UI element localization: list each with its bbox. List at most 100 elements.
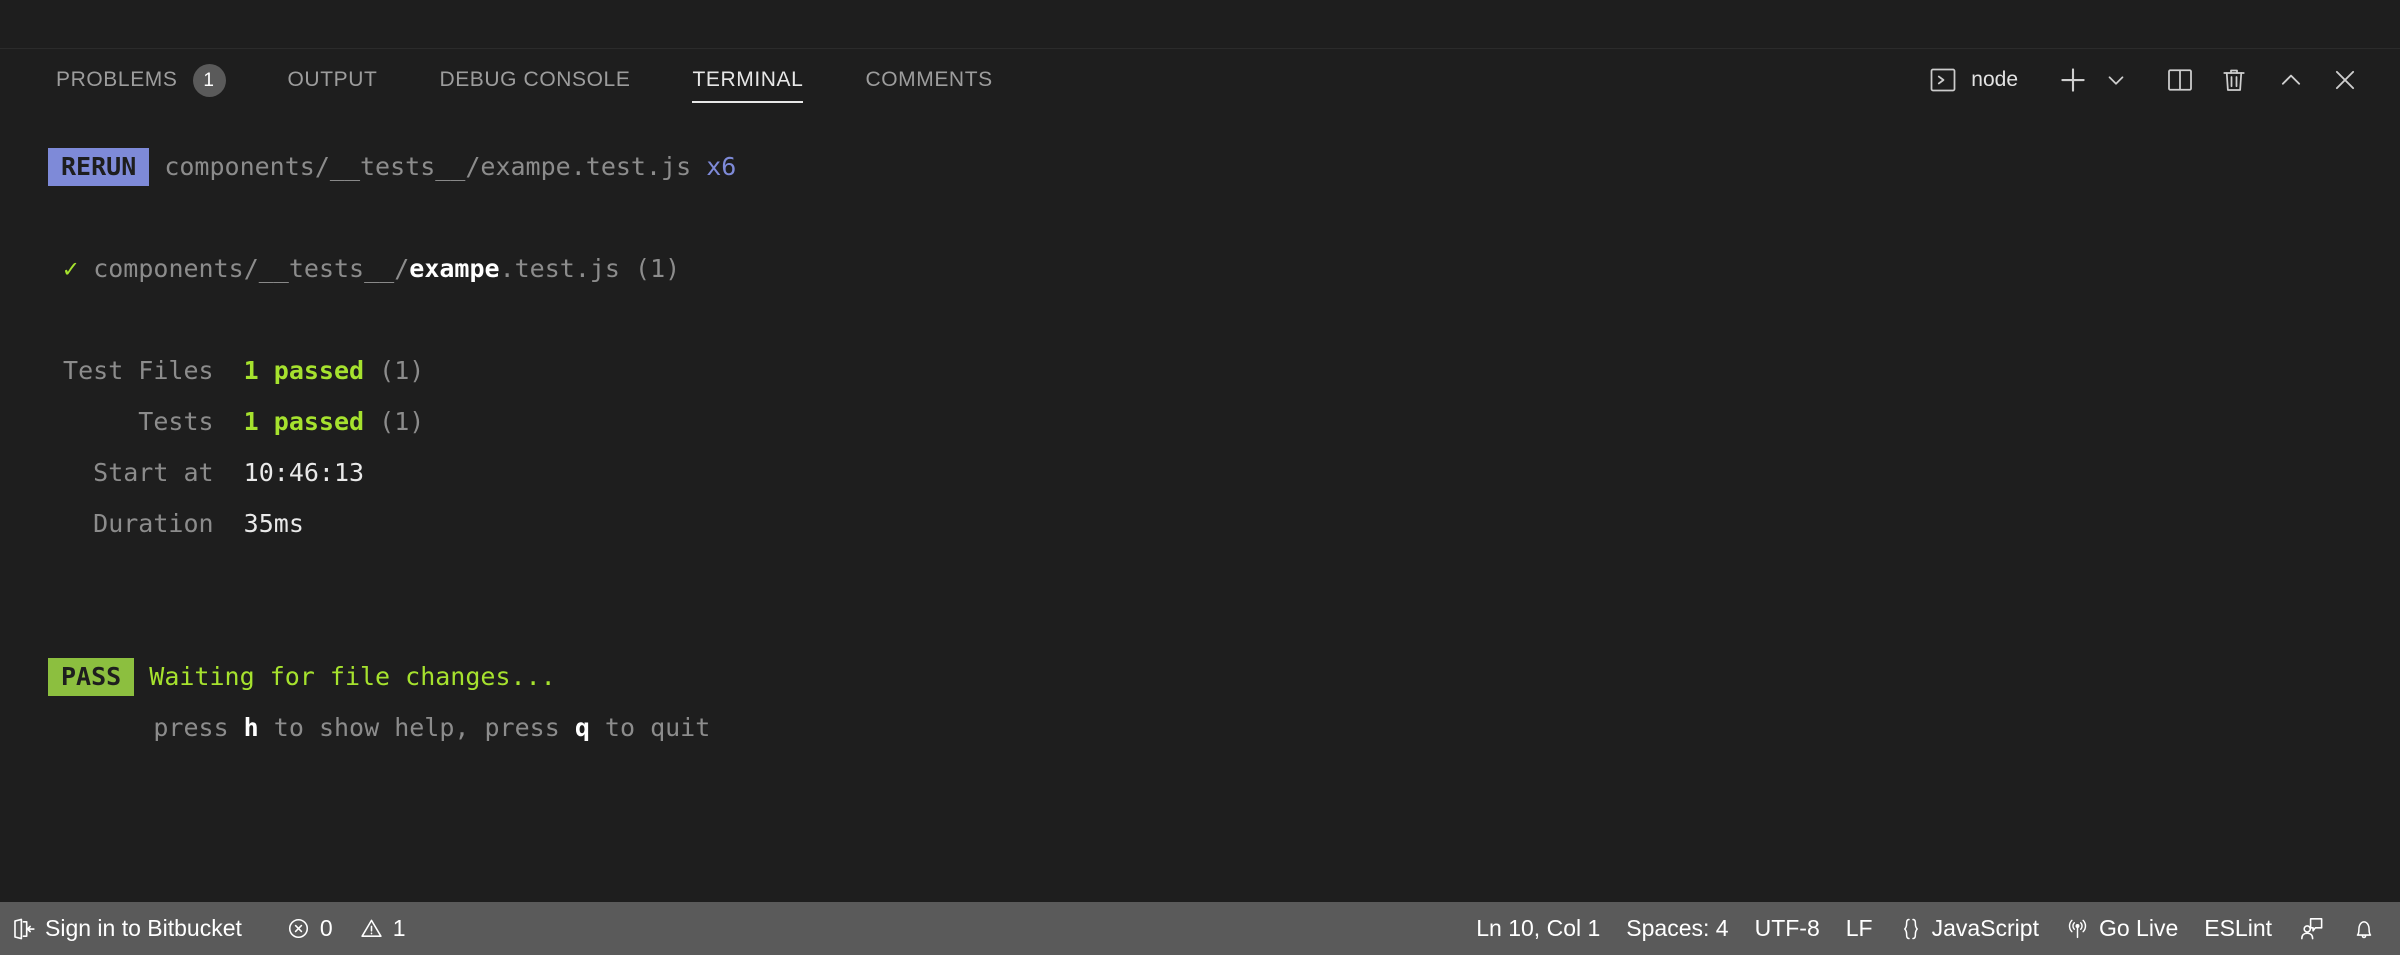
new-terminal-profile-dropdown[interactable] <box>2096 57 2136 103</box>
terminal-segment <box>149 152 164 181</box>
status-cursor-position[interactable]: Ln 10, Col 1 <box>1463 902 1613 955</box>
terminal-segment: components/__tests__/exampe.test.js <box>164 152 691 181</box>
split-editor-icon <box>2165 65 2195 95</box>
terminal-line-blank-3 <box>48 549 2400 600</box>
terminal-segment: .test.js <box>500 254 620 283</box>
tab-debug-console[interactable]: DEBUG CONSOLE <box>439 49 630 111</box>
status-go-live[interactable]: Go Live <box>2052 902 2191 955</box>
editor-area <box>0 0 2400 49</box>
terminal-segment: press <box>48 713 244 742</box>
status-go-live-label: Go Live <box>2099 915 2178 942</box>
terminal-segment: (1) <box>620 254 680 283</box>
panel-tab-list: PROBLEMS 1 OUTPUT DEBUG CONSOLE TERMINAL… <box>0 49 1055 111</box>
status-bar-left: Sign in to Bitbucket 0 <box>0 902 419 955</box>
split-terminal-button[interactable] <box>2154 57 2206 103</box>
terminal-line-blank-1 <box>48 192 2400 243</box>
trash-icon <box>2219 65 2249 95</box>
status-indentation-label: Spaces: 4 <box>1626 915 1728 942</box>
close-x-icon <box>2330 65 2360 95</box>
terminal-segment: 10:46:13 <box>244 458 364 487</box>
broadcast-icon <box>2065 916 2090 941</box>
terminal-segment: (1) <box>364 407 424 436</box>
status-errors[interactable]: 0 <box>273 902 346 955</box>
terminal-segment: h <box>244 713 259 742</box>
error-circle-icon <box>286 916 311 941</box>
terminal-segment <box>134 662 149 691</box>
terminal-line-blank-2 <box>48 294 2400 345</box>
terminal-line-stat-tests: Tests 1 passed (1) <box>48 396 2400 447</box>
terminal-segment: Start at <box>48 458 244 487</box>
warning-triangle-icon <box>359 916 384 941</box>
terminal-line-testfile-line: ✓ components/__tests__/exampe.test.js (1… <box>48 243 2400 294</box>
terminal-segment: 1 passed <box>244 356 364 385</box>
terminal-segment: Test Files <box>48 356 244 385</box>
terminal-segment: (1) <box>364 356 424 385</box>
status-indentation[interactable]: Spaces: 4 <box>1613 902 1741 955</box>
tab-terminal[interactable]: TERMINAL <box>692 49 803 111</box>
status-errors-count: 0 <box>320 915 333 942</box>
status-warnings[interactable]: 1 <box>346 902 419 955</box>
terminal-segment: q <box>575 713 590 742</box>
status-remote-signin[interactable]: Sign in to Bitbucket <box>0 902 255 955</box>
tab-comments[interactable]: COMMENTS <box>865 49 992 111</box>
terminal-line-help-line: press h to show help, press q to quit <box>48 702 2400 753</box>
panel-action-bar: node <box>1928 57 2370 103</box>
terminal-segment: to quit <box>590 713 710 742</box>
sign-in-remote-icon <box>10 916 36 942</box>
terminal-segment: exampe <box>409 254 499 283</box>
close-panel-button[interactable] <box>2320 57 2370 103</box>
status-bar-right: Ln 10, Col 1 Spaces: 4 UTF-8 LF JavaScri… <box>1463 902 2390 955</box>
terminal-console-icon <box>1928 65 1958 95</box>
chevron-down-icon <box>2103 67 2129 93</box>
status-eol-label: LF <box>1846 915 1873 942</box>
terminal-line-blank-4 <box>48 600 2400 651</box>
status-eslint-label: ESLint <box>2204 915 2272 942</box>
terminal-output[interactable]: RERUN components/__tests__/exampe.test.j… <box>0 111 2400 902</box>
braces-icon <box>1899 916 1923 942</box>
tab-output-label: OUTPUT <box>288 68 378 92</box>
panel-header: PROBLEMS 1 OUTPUT DEBUG CONSOLE TERMINAL… <box>0 49 2400 111</box>
terminal-segment: x6 <box>706 152 736 181</box>
feedback-person-icon <box>2298 915 2325 942</box>
bottom-panel: PROBLEMS 1 OUTPUT DEBUG CONSOLE TERMINAL… <box>0 49 2400 902</box>
terminal-segment <box>78 254 93 283</box>
status-cursor-position-label: Ln 10, Col 1 <box>1476 915 1600 942</box>
status-eol[interactable]: LF <box>1833 902 1886 955</box>
status-encoding[interactable]: UTF-8 <box>1742 902 1833 955</box>
vscode-window: PROBLEMS 1 OUTPUT DEBUG CONSOLE TERMINAL… <box>0 0 2400 955</box>
terminal-segment: ✓ <box>63 254 78 283</box>
terminal-segment: RERUN <box>48 148 149 186</box>
status-bar: Sign in to Bitbucket 0 <box>0 902 2400 955</box>
tab-terminal-label: TERMINAL <box>692 68 803 92</box>
tab-comments-label: COMMENTS <box>865 68 992 92</box>
terminal-segment: 35ms <box>244 509 304 538</box>
terminal-segment <box>691 152 706 181</box>
terminal-line-stat-test-files: Test Files 1 passed (1) <box>48 345 2400 396</box>
terminal-line-rerun-line: RERUN components/__tests__/exampe.test.j… <box>48 141 2400 192</box>
new-terminal-button[interactable] <box>2050 57 2096 103</box>
terminal-line-pass-line: PASS Waiting for file changes... <box>48 651 2400 702</box>
terminal-segment: PASS <box>48 658 134 696</box>
terminal-segment: Tests <box>48 407 244 436</box>
status-language-mode[interactable]: JavaScript <box>1886 902 2052 955</box>
problems-count-badge: 1 <box>193 64 226 97</box>
status-eslint[interactable]: ESLint <box>2191 902 2285 955</box>
maximize-panel-button[interactable] <box>2262 57 2320 103</box>
terminal-line-stat-duration: Duration 35ms <box>48 498 2400 549</box>
terminal-line-stat-start-at: Start at 10:46:13 <box>48 447 2400 498</box>
status-feedback[interactable] <box>2285 902 2338 955</box>
bell-icon <box>2351 916 2377 942</box>
tab-problems[interactable]: PROBLEMS 1 <box>56 49 226 111</box>
kill-terminal-button[interactable] <box>2206 57 2262 103</box>
terminal-segment: Waiting for file changes... <box>149 662 555 691</box>
plus-icon <box>2056 63 2090 97</box>
tab-output[interactable]: OUTPUT <box>288 49 378 111</box>
active-terminal-name: node <box>1971 68 2018 92</box>
active-terminal-selector[interactable]: node <box>1928 57 2024 103</box>
status-warnings-count: 1 <box>393 915 406 942</box>
terminal-segment: components/__tests__/ <box>93 254 409 283</box>
status-language-mode-label: JavaScript <box>1932 915 2039 942</box>
terminal-segment: Duration <box>48 509 244 538</box>
chevron-up-icon <box>2276 65 2306 95</box>
status-notifications[interactable] <box>2338 902 2390 955</box>
